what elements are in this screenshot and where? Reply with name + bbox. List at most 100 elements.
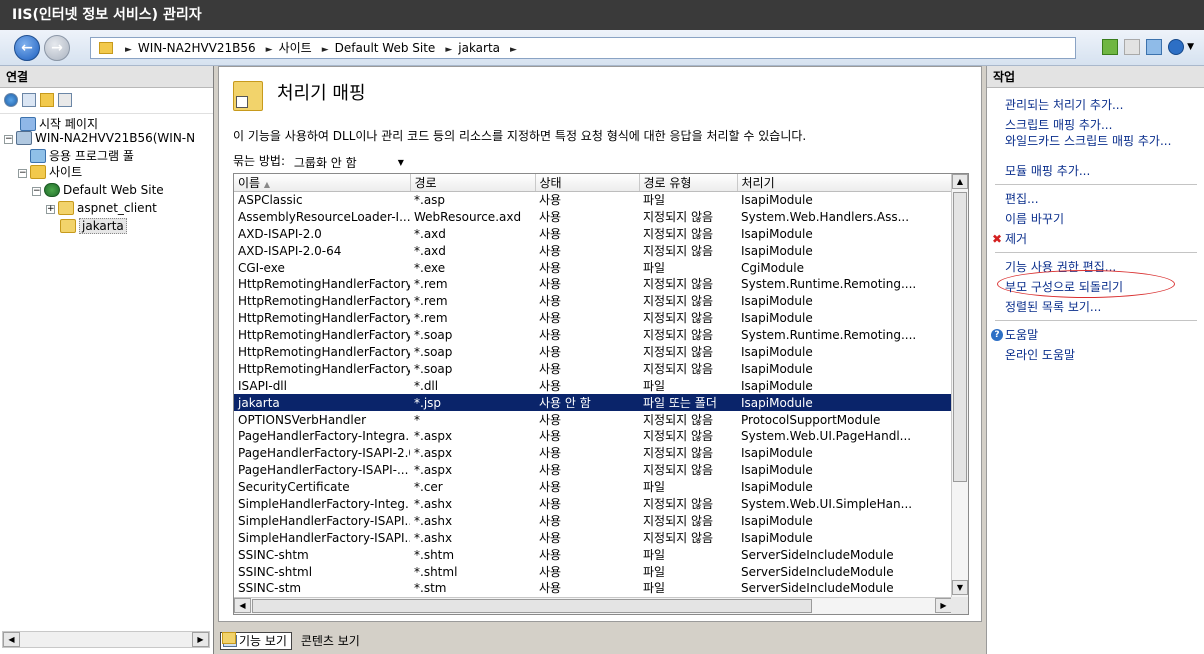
tree-horizontal-scrollbar[interactable]: ◀ ▶ — [2, 631, 210, 648]
table-row[interactable]: HttpRemotingHandlerFactory... *.rem 사용 지정되지… — [234, 293, 952, 310]
tree-item-sites[interactable]: − 사이트 — [18, 164, 82, 180]
action-revert-to-parent[interactable]: 부모 구성으로 되돌리기 — [1005, 280, 1195, 294]
chevron-down-icon[interactable]: ▼ — [1187, 42, 1194, 52]
cell-name: SimpleHandlerFactory-ISAPI... — [238, 530, 410, 545]
crumb-default-web-site[interactable]: Default Web Site — [335, 41, 436, 55]
cell-path-type: 지정되지 않음 — [643, 446, 714, 461]
tab-content-view[interactable]: 콘텐츠 보기 — [222, 632, 365, 650]
action-view-ordered-list[interactable]: 정렬된 목록 보기... — [1005, 300, 1195, 314]
cell-state: 사용 — [539, 496, 562, 511]
action-remove[interactable]: ✖ 제거 — [992, 232, 1195, 246]
tree-item-default-web-site[interactable]: − Default Web Site — [32, 182, 164, 198]
cell-path: *.ashx — [414, 496, 453, 511]
tree-item-aspnet-client[interactable]: + aspnet_client — [46, 200, 157, 216]
save-icon[interactable] — [22, 93, 36, 107]
table-row[interactable]: ASPClassic *.asp 사용 파일 IsapiModule — [234, 192, 952, 209]
table-row[interactable]: OPTIONSVerbHandler * 사용 지정되지 않음 ProtocolSupp… — [234, 411, 952, 428]
table-row[interactable]: SimpleHandlerFactory-Integ... *.ashx 사용 지정되… — [234, 496, 952, 513]
table-row[interactable]: PageHandlerFactory-ISAPI-... *.aspx 사용 지정되지… — [234, 462, 952, 479]
action-add-script-map[interactable]: 스크립트 매핑 추가... — [1005, 118, 1195, 132]
column-header-state[interactable]: 상태 — [535, 174, 640, 192]
stop-icon[interactable] — [1124, 39, 1141, 55]
cell-state: 사용 — [539, 294, 562, 309]
crumb-jakarta[interactable]: jakarta — [458, 41, 500, 55]
action-online-help[interactable]: 온라인 도움말 — [1005, 348, 1195, 362]
cell-state: 사용 — [539, 378, 562, 393]
home-icon[interactable] — [1146, 39, 1163, 55]
action-add-wildcard-script-map[interactable]: 와일드카드 스크립트 매핑 추가... — [1005, 134, 1195, 148]
crumb-server[interactable]: WIN-NA2HVV21B56 — [138, 41, 256, 55]
scroll-corner — [951, 597, 968, 614]
action-edit[interactable]: 편집... — [1005, 192, 1195, 206]
table-row[interactable]: HttpRemotingHandlerFactory... *.soap 사용 지정되… — [234, 344, 952, 361]
table-row[interactable]: CGI-exe *.exe 사용 파일 CgiModule — [234, 259, 952, 276]
help-icon[interactable] — [1168, 39, 1185, 55]
table-row[interactable]: PageHandlerFactory-ISAPI-2.0 *.aspx 사용 지정되지… — [234, 445, 952, 462]
up-folder-icon[interactable] — [40, 93, 54, 107]
column-header-path-type[interactable]: 경로 유형 — [639, 174, 738, 192]
action-add-managed-handler[interactable]: 관리되는 처리기 추가... — [1005, 98, 1195, 112]
action-add-module-mapping[interactable]: 모듈 매핑 추가... — [1005, 164, 1195, 178]
cell-name: SSINC-stm — [238, 581, 302, 596]
cell-path: *.ashx — [414, 530, 453, 545]
table-row[interactable]: SimpleHandlerFactory-ISAPI... *.ashx 사용 지정되… — [234, 512, 952, 529]
cell-path-type: 지정되지 않음 — [643, 328, 714, 343]
scroll-left-icon[interactable]: ◀ — [3, 632, 20, 647]
back-button[interactable]: ← — [14, 35, 40, 61]
collapse-icon[interactable]: − — [18, 169, 27, 178]
collapse-icon[interactable]: − — [32, 187, 41, 196]
connect-icon[interactable] — [4, 93, 18, 107]
table-row[interactable]: jakarta *.jsp 사용 안 함 파일 또는 폴더 IsapiModule — [234, 394, 952, 412]
divider — [995, 184, 1197, 185]
column-header-handler[interactable]: 처리기 — [737, 174, 952, 192]
tree-item-jakarta[interactable]: jakarta — [60, 218, 127, 234]
table-row[interactable]: HttpRemotingHandlerFactory... *.soap 사용 지정되… — [234, 360, 952, 377]
scroll-thumb[interactable] — [252, 599, 812, 613]
collapse-icon[interactable]: − — [4, 135, 13, 144]
forward-button[interactable]: → — [44, 35, 70, 61]
cell-name: HttpRemotingHandlerFactory... — [238, 361, 410, 376]
tree-item-app-pools[interactable]: 응용 프로그램 풀 — [30, 148, 134, 164]
column-header-path[interactable]: 경로 — [410, 174, 536, 192]
group-by-select[interactable]: 그룹화 안 함 ▼ — [288, 152, 407, 171]
crumb-sites[interactable]: 사이트 — [279, 41, 312, 55]
refresh-icon[interactable] — [1102, 39, 1119, 55]
cell-path-type: 지정되지 않음 — [643, 226, 714, 241]
cell-path-type: 지정되지 않음 — [643, 513, 714, 528]
scroll-up-icon[interactable]: ▲ — [952, 174, 968, 189]
table-horizontal-scrollbar[interactable]: ◀ ▶ — [234, 597, 952, 614]
table-row[interactable]: SSINC-stm *.stm 사용 파일 ServerSideIncludeModul… — [234, 580, 952, 597]
disconnect-icon[interactable] — [58, 93, 72, 107]
tree-item-server[interactable]: − WIN-NA2HVV21B56(WIN-N — [4, 130, 195, 146]
cell-handler: IsapiModule — [741, 378, 813, 393]
breadcrumb[interactable]: ► WIN-NA2HVV21B56 ► 사이트 ► Default Web Site ► ja… — [90, 37, 1076, 59]
table-row[interactable]: PageHandlerFactory-Integra... *.aspx 사용 지정되… — [234, 428, 952, 445]
table-row[interactable]: HttpRemotingHandlerFactory... *.rem 사용 지정되지… — [234, 276, 952, 293]
cell-name: jakarta — [234, 394, 410, 412]
table-row[interactable]: SSINC-shtm *.shtm 사용 파일 ServerSideIncludeMod… — [234, 546, 952, 563]
scroll-right-icon[interactable]: ▶ — [935, 598, 952, 613]
action-rename[interactable]: 이름 바꾸기 — [1005, 212, 1195, 226]
table-vertical-scrollbar[interactable]: ▲ ▼ — [951, 174, 968, 598]
column-header-name[interactable]: 이름 ▲ — [234, 174, 411, 192]
table-row[interactable]: AXD-ISAPI-2.0 *.axd 사용 지정되지 않음 IsapiModule — [234, 225, 952, 242]
scroll-right-icon[interactable]: ▶ — [192, 632, 209, 647]
table-row[interactable]: AXD-ISAPI-2.0-64 *.axd 사용 지정되지 않음 IsapiModul… — [234, 242, 952, 259]
table-row[interactable]: AssemblyResourceLoader-I... WebResource.a… — [234, 208, 952, 225]
scroll-left-icon[interactable]: ◀ — [234, 598, 251, 613]
table-row[interactable]: HttpRemotingHandlerFactory... *.rem 사용 지정되지… — [234, 310, 952, 327]
content-view-icon — [222, 632, 236, 644]
cell-name: AXD-ISAPI-2.0 — [238, 226, 322, 241]
scroll-down-icon[interactable]: ▼ — [952, 580, 968, 595]
table-row[interactable]: ISAPI-dll *.dll 사용 파일 IsapiModule — [234, 377, 952, 394]
cell-state: 사용 — [539, 581, 562, 596]
cell-handler: IsapiModule — [741, 446, 813, 461]
scroll-thumb[interactable] — [953, 192, 967, 482]
cell-name: SSINC-shtml — [238, 564, 313, 579]
table-row[interactable]: HttpRemotingHandlerFactory... *.soap 사용 지정되… — [234, 327, 952, 344]
table-row[interactable]: SimpleHandlerFactory-ISAPI... *.ashx 사용 지정되… — [234, 529, 952, 546]
action-help[interactable]: ? 도움말 — [991, 328, 1195, 342]
table-row[interactable]: SSINC-shtml *.shtml 사용 파일 ServerSideIncludeM… — [234, 563, 952, 580]
table-row[interactable]: SecurityCertificate *.cer 사용 파일 IsapiModule — [234, 479, 952, 496]
expand-icon[interactable]: + — [46, 205, 55, 214]
